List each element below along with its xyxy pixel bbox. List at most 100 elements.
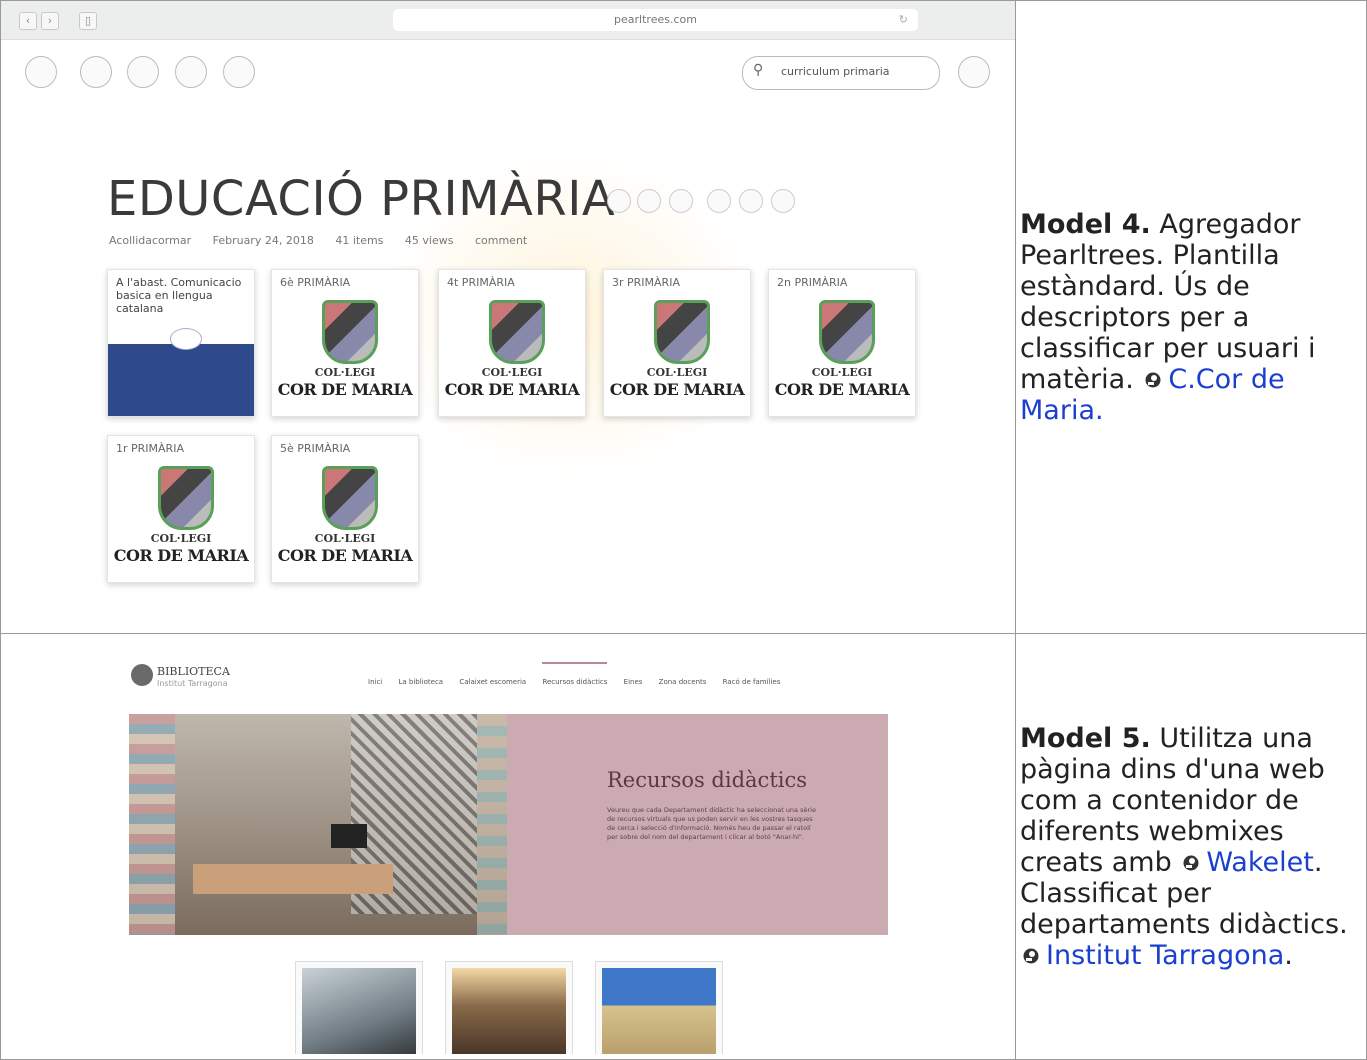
menu-item-active: Recursos didàctics	[542, 662, 608, 686]
reload-icon: ↻	[898, 13, 908, 26]
crest-line2: COR DE MARIA	[113, 546, 249, 565]
pearltrees-screenshot: ‹ › ▯ pearltrees.com ↻ ⚲ curriculum prim…	[1, 1, 1015, 633]
school-crest-icon	[819, 300, 875, 364]
site-menu: Inici La biblioteca Calaixet escomeria R…	[368, 662, 794, 686]
menu-item: Zona docents	[658, 678, 707, 686]
crest-line2: COR DE MARIA	[277, 546, 413, 565]
model-label: Model 4.	[1020, 208, 1151, 240]
image-cell: BIBLIOTECA Institut Tarragona Inici La b…	[0, 633, 1016, 1060]
pearl-card: A l'abast. Comunicacio basica en llengua…	[107, 269, 255, 417]
comment-count: comment	[474, 234, 528, 247]
hero-title: Recursos didàctics	[607, 768, 808, 792]
department-thumb	[445, 961, 573, 1054]
hero-panel: Recursos didàctics Veureu que cada Depar…	[507, 714, 888, 935]
logo-title: BIBLIOTECA	[157, 665, 230, 678]
menu-item: Eines	[623, 678, 643, 686]
biblioteca-screenshot: BIBLIOTECA Institut Tarragona Inici La b…	[1, 634, 1015, 1054]
crest-line2: COR DE MARIA	[609, 380, 745, 399]
logo-emblem-icon	[131, 664, 153, 686]
author: Acollidacormar	[109, 234, 192, 247]
menu-item: Racó de famílies	[722, 678, 781, 686]
department-thumb	[295, 961, 423, 1054]
card-label: 5è PRIMÀRIA	[280, 442, 351, 455]
table-row: BIBLIOTECA Institut Tarragona Inici La b…	[0, 633, 1367, 1060]
back-icon: ‹	[19, 12, 37, 30]
settings-icon	[771, 189, 795, 213]
crest-line1: COL·LEGI	[314, 532, 376, 545]
logo-subtitle: Institut Tarragona	[157, 679, 228, 688]
menu-item: Calaixet escomeria	[459, 678, 527, 686]
corridor-image	[452, 968, 566, 1054]
card-label: A l'abast. Comunicacio basica en llengua…	[116, 276, 242, 315]
caption-cell: Model 4. Agregador Pearltrees. Plantilla…	[1015, 0, 1367, 634]
school-crest-icon	[158, 466, 214, 530]
card-label: 6è PRIMÀRIA	[280, 276, 351, 289]
photo-table	[193, 864, 393, 894]
sidebar-icon: ▯	[79, 12, 97, 30]
card-label: 3r PRIMÀRIA	[612, 276, 680, 289]
up-arrow-icon	[637, 189, 661, 213]
add-icon	[669, 189, 693, 213]
back-arrow-icon	[607, 189, 631, 213]
crest-line2: COR DE MARIA	[444, 380, 580, 399]
table-row: ‹ › ▯ pearltrees.com ↻ ⚲ curriculum prim…	[0, 0, 1367, 634]
hero-banner: Recursos didàctics Veureu que cada Depar…	[129, 714, 888, 935]
team-icon	[707, 189, 731, 213]
pearl-card: 5è PRIMÀRIA COL·LEGI COR DE MARIA	[271, 435, 419, 583]
microscope-image	[302, 968, 416, 1054]
school-crest-icon	[322, 300, 378, 364]
photo-shelf	[129, 714, 175, 935]
card-image	[108, 344, 254, 416]
model-label: Model 5.	[1020, 722, 1151, 754]
view-count: 45 views	[404, 234, 454, 247]
school-crest-icon	[654, 300, 710, 364]
date: February 24, 2018	[212, 234, 314, 247]
forward-icon: ›	[41, 12, 59, 30]
pearl-card: 2n PRIMÀRIA COL·LEGI COR DE MARIA	[768, 269, 916, 417]
department-thumb	[595, 961, 723, 1054]
institut-tarragona-link[interactable]: Institut Tarragona	[1046, 940, 1284, 971]
team-icon	[127, 56, 159, 88]
pearl-card: 6è PRIMÀRIA COL·LEGI COR DE MARIA	[271, 269, 419, 417]
pearl-card: 1r PRIMÀRIA COL·LEGI COR DE MARIA	[107, 435, 255, 583]
image-cell: ‹ › ▯ pearltrees.com ↻ ⚲ curriculum prim…	[0, 0, 1016, 634]
card-label: 2n PRIMÀRIA	[777, 276, 848, 289]
temple-image	[602, 968, 716, 1054]
globe-icon	[223, 56, 255, 88]
pearl-card: 3r PRIMÀRIA COL·LEGI COR DE MARIA	[603, 269, 751, 417]
wiki-link-icon	[1023, 948, 1039, 963]
browser-toolbar: ‹ › ▯ pearltrees.com ↻	[1, 1, 1015, 40]
collection-meta: Acollidacormar February 24, 2018 41 item…	[109, 234, 545, 247]
wiki-link-icon	[1183, 855, 1199, 870]
caption-cell: Model 5. Utilitza una pàgina dins d'una …	[1015, 633, 1367, 1060]
list-icon	[25, 56, 57, 88]
search-value: curriculum primaria	[781, 65, 890, 78]
crest-line2: COR DE MARIA	[277, 380, 413, 399]
wakelet-link[interactable]: Wakelet	[1206, 847, 1314, 878]
card-label: 4t PRIMÀRIA	[447, 276, 515, 289]
pearl-card: 4t PRIMÀRIA COL·LEGI COR DE MARIA	[438, 269, 586, 417]
menu-item: Inici	[368, 678, 383, 686]
hero-text: Veureu que cada Departament didàctic ha …	[607, 806, 816, 841]
crest-line1: COL·LEGI	[314, 366, 376, 379]
url-text: pearltrees.com	[614, 13, 697, 26]
broadcast-icon	[175, 56, 207, 88]
photo-tv	[331, 824, 367, 848]
item-count: 41 items	[335, 234, 384, 247]
home-icon	[80, 56, 112, 88]
share-icon	[739, 189, 763, 213]
card-label: 1r PRIMÀRIA	[116, 442, 184, 455]
school-crest-icon	[489, 300, 545, 364]
crest-line1: COL·LEGI	[811, 366, 873, 379]
url-field: pearltrees.com ↻	[393, 9, 918, 31]
crest-line1: COL·LEGI	[646, 366, 708, 379]
wiki-link-icon	[1145, 372, 1161, 387]
crest-line2: COR DE MARIA	[774, 380, 910, 399]
school-crest-icon	[322, 466, 378, 530]
search-field: ⚲ curriculum primaria	[742, 56, 940, 90]
menu-icon	[958, 56, 990, 88]
photo-shelf	[477, 714, 507, 935]
speech-bubble-icon	[170, 328, 202, 350]
search-icon: ⚲	[753, 62, 764, 78]
menu-item: La biblioteca	[398, 678, 444, 686]
